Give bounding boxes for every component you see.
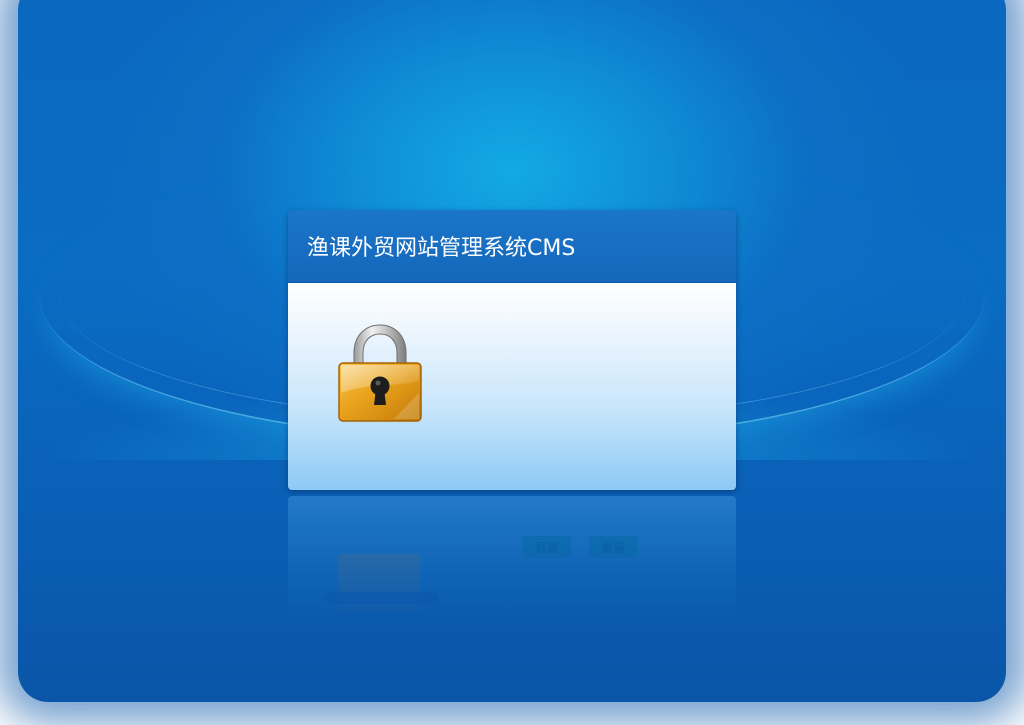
- dialog-reflection: 登录 重置: [288, 496, 736, 626]
- reflection-reset-button: 重置: [589, 536, 637, 558]
- login-screen: 渔课外贸网站管理系统CMS 登录 重置: [0, 0, 1024, 725]
- reflection-field: [324, 592, 439, 604]
- padlock-icon: [336, 323, 424, 423]
- dialog-title: 渔课外贸网站管理系统CMS: [307, 236, 576, 261]
- dialog-header: 渔课外贸网站管理系统CMS: [288, 210, 736, 283]
- reflection-field-second: [324, 614, 484, 624]
- login-dialog: 渔课外贸网站管理系统CMS: [288, 210, 736, 490]
- dialog-body: [288, 283, 736, 490]
- reflection-login-button: 登录: [523, 536, 571, 558]
